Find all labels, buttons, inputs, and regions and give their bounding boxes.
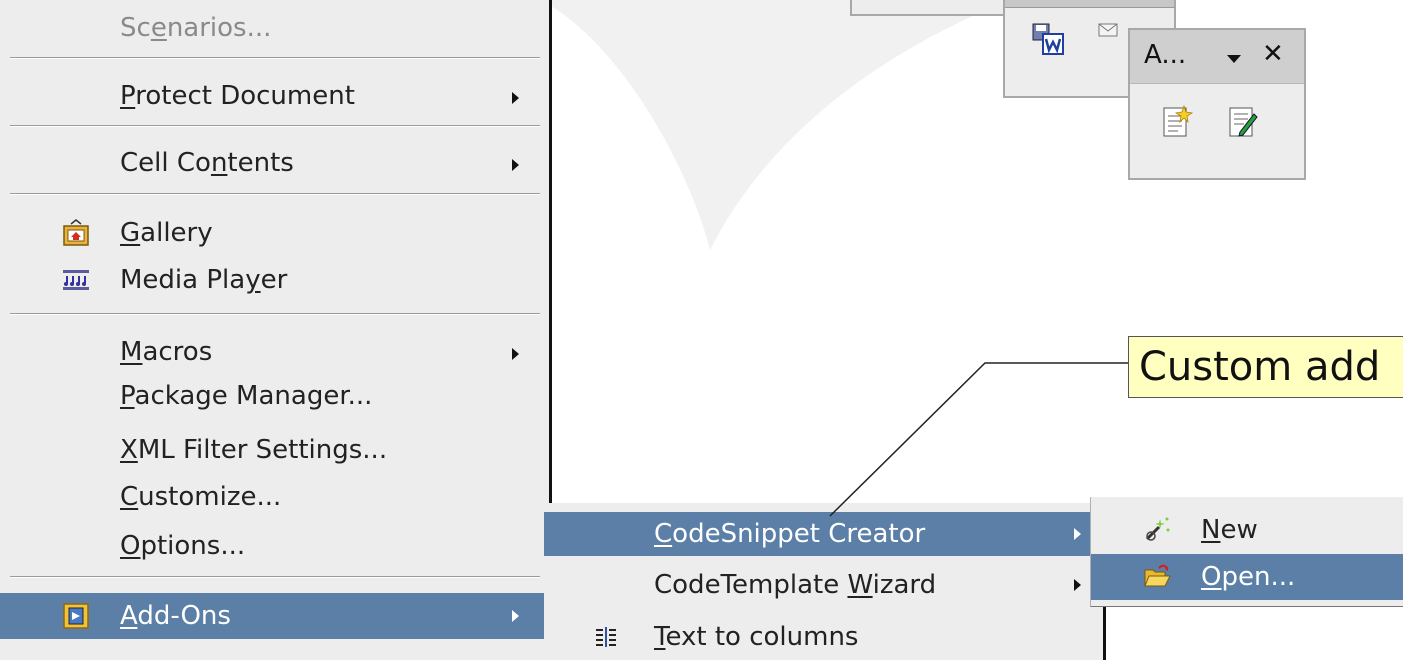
menu-item-xml-filter-settings[interactable]: XML Filter Settings... bbox=[0, 430, 549, 470]
submenu-arrow-icon bbox=[1074, 528, 1081, 540]
toolbar-title: A... bbox=[1144, 40, 1187, 70]
codesnippet-submenu: New Open... bbox=[1090, 497, 1403, 607]
menu-item-label: Options... bbox=[120, 531, 246, 561]
menu-separator bbox=[10, 57, 540, 59]
menu-item-label: Open... bbox=[1201, 562, 1296, 592]
menu-item-label: CodeTemplate Wizard bbox=[654, 570, 937, 600]
submenu-arrow-icon bbox=[512, 159, 519, 171]
open-folder-icon bbox=[1144, 564, 1171, 587]
add-ons-submenu: CodeSnippet Creator CodeTemplate Wizard … bbox=[544, 503, 1106, 660]
menu-item-label: Protect Document bbox=[120, 81, 355, 111]
menu-separator bbox=[10, 193, 540, 195]
menu-item-macros[interactable]: Macros bbox=[0, 332, 549, 372]
menu-item-label: Gallery bbox=[120, 218, 213, 248]
menu-item-label: Customize... bbox=[120, 482, 282, 512]
menu-item-media-player[interactable]: Media Player bbox=[0, 260, 549, 300]
menu-item-options[interactable]: Options... bbox=[0, 526, 549, 566]
text-to-columns-icon bbox=[596, 627, 616, 647]
menu-item-new[interactable]: New bbox=[1091, 507, 1403, 553]
menu-item-protect-document[interactable]: Protect Document bbox=[0, 76, 549, 116]
menu-separator bbox=[10, 125, 540, 127]
menu-item-label: Media Player bbox=[120, 265, 288, 295]
menu-item-label: Package Manager... bbox=[120, 381, 373, 411]
menu-item-add-ons[interactable]: Add-Ons bbox=[0, 593, 549, 639]
save-as-word-icon[interactable] bbox=[1031, 22, 1065, 56]
toolbar-title-bar[interactable] bbox=[1005, 0, 1174, 8]
menu-item-open[interactable]: Open... bbox=[1091, 554, 1403, 600]
menu-item-label: Macros bbox=[120, 337, 213, 367]
new-snippet-icon[interactable] bbox=[1160, 104, 1194, 138]
menu-item-scenarios[interactable]: Scenarios... bbox=[0, 8, 549, 48]
new-wand-icon bbox=[1145, 517, 1170, 541]
menu-separator bbox=[10, 576, 540, 578]
submenu-arrow-icon bbox=[512, 610, 519, 622]
add-ons-toolbar: A... ✕ bbox=[1128, 28, 1306, 180]
toolbar-close-icon[interactable]: ✕ bbox=[1262, 39, 1284, 69]
menu-item-label: Text to columns bbox=[654, 622, 859, 652]
tools-menu: Scenarios... Protect Document Cell Conte… bbox=[0, 0, 552, 660]
submenu-arrow-icon bbox=[1074, 579, 1081, 591]
menu-item-package-manager[interactable]: Package Manager... bbox=[0, 376, 549, 416]
edit-snippet-icon[interactable] bbox=[1226, 104, 1260, 138]
menu-item-codetemplate-wizard[interactable]: CodeTemplate Wizard bbox=[544, 563, 1103, 607]
media-player-icon bbox=[63, 270, 89, 290]
menu-item-text-to-columns[interactable]: Text to columns bbox=[544, 615, 1103, 659]
menu-item-customize[interactable]: Customize... bbox=[0, 477, 549, 517]
gallery-icon bbox=[63, 219, 89, 246]
menu-item-label: Cell Contents bbox=[120, 148, 294, 178]
menu-item-label: CodeSnippet Creator bbox=[654, 519, 926, 549]
toolbar-dropdown-icon[interactable] bbox=[1227, 55, 1241, 63]
menu-item-label: Scenarios... bbox=[120, 13, 272, 43]
add-ons-icon bbox=[63, 603, 89, 629]
menu-item-gallery[interactable]: Gallery bbox=[0, 213, 549, 253]
mail-word-icon[interactable] bbox=[1097, 20, 1131, 54]
menu-item-label: XML Filter Settings... bbox=[120, 435, 388, 465]
menu-item-label: Add-Ons bbox=[120, 601, 231, 631]
submenu-arrow-icon bbox=[512, 92, 519, 104]
toolbar-title-bar[interactable]: A... ✕ bbox=[1130, 30, 1304, 84]
menu-item-codesnippet-creator[interactable]: CodeSnippet Creator bbox=[544, 512, 1103, 556]
callout-label: Custom add bbox=[1128, 336, 1403, 398]
menu-item-label: New bbox=[1201, 515, 1258, 545]
floating-toolbar-partial bbox=[850, 0, 1008, 16]
menu-item-cell-contents[interactable]: Cell Contents bbox=[0, 143, 549, 183]
submenu-arrow-icon bbox=[512, 348, 519, 360]
menu-separator bbox=[10, 313, 540, 315]
